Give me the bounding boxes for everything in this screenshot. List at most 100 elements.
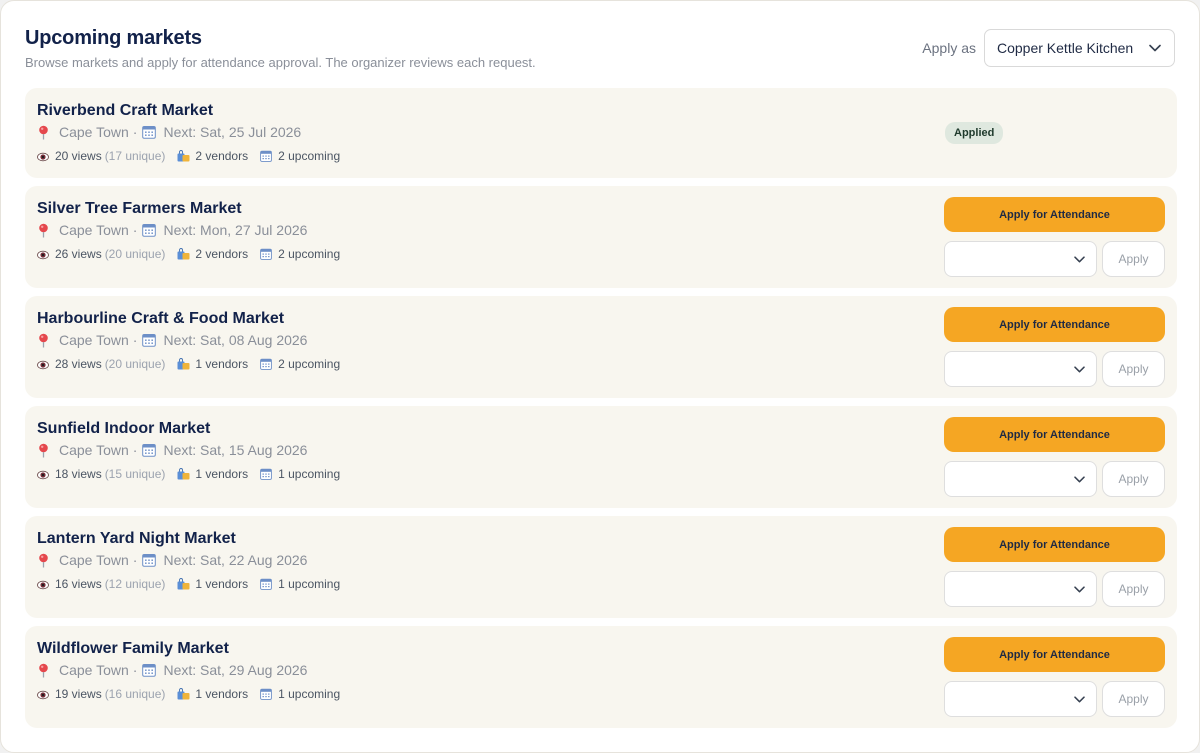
market-meta: Cape Town · Next: Sat, 22 Aug 2026	[37, 552, 340, 568]
calendar-icon	[260, 150, 272, 162]
market-upcoming: 1 upcoming	[278, 467, 341, 481]
vendor-select[interactable]: Copper Kettle Kitchen	[984, 29, 1175, 67]
market-views: 20 views	[55, 149, 102, 163]
market-info: Riverbend Craft Market Cape Town · Next:…	[37, 102, 340, 163]
market-actions: Apply for Attendance Apply	[944, 637, 1165, 717]
apply-button[interactable]: Apply	[1102, 461, 1165, 497]
date-apply-row: Apply	[944, 241, 1165, 277]
chevron-down-icon	[1072, 692, 1086, 706]
market-stats: 20 views (17 unique) 2 vendors 2 upcomin…	[37, 149, 340, 163]
market-vendors: 1 vendors	[195, 467, 249, 481]
calendar-icon	[142, 333, 157, 347]
market-meta: Cape Town · Next: Sat, 08 Aug 2026	[37, 332, 340, 348]
market-unique-views: (20 unique)	[104, 357, 166, 371]
calendar-icon	[260, 688, 272, 700]
apply-as-label: Apply as	[922, 40, 976, 56]
market-unique-views: (15 unique)	[104, 467, 166, 481]
market-card: Riverbend Craft Market Cape Town · Next:…	[25, 88, 1177, 178]
market-views: 16 views	[55, 577, 102, 591]
date-select[interactable]	[944, 351, 1097, 387]
market-info: Sunfield Indoor Market Cape Town · Next:…	[37, 420, 340, 481]
market-location: Cape Town	[59, 662, 129, 678]
map-pin-icon	[37, 553, 50, 568]
apply-for-attendance-button[interactable]: Apply for Attendance	[944, 197, 1165, 232]
apply-for-attendance-button[interactable]: Apply for Attendance	[944, 307, 1165, 342]
market-vendors: 1 vendors	[195, 357, 249, 371]
market-vendors: 1 vendors	[195, 577, 249, 591]
date-apply-row: Apply	[944, 351, 1165, 387]
chevron-down-icon	[1072, 582, 1086, 596]
meta-separator: ·	[132, 332, 138, 348]
apply-button[interactable]: Apply	[1102, 351, 1165, 387]
apply-for-attendance-button[interactable]: Apply for Attendance	[944, 637, 1165, 672]
chevron-down-icon	[1148, 41, 1162, 55]
shopping-bags-icon	[177, 150, 190, 162]
market-upcoming: 2 upcoming	[278, 357, 341, 371]
date-select[interactable]	[944, 241, 1097, 277]
market-location: Cape Town	[59, 222, 129, 238]
market-info: Wildflower Family Market Cape Town · Nex…	[37, 640, 340, 701]
market-card: Lantern Yard Night Market Cape Town · Ne…	[25, 516, 1177, 618]
eye-icon	[37, 579, 49, 590]
date-select[interactable]	[944, 461, 1097, 497]
market-name: Silver Tree Farmers Market	[37, 200, 242, 217]
market-meta: Cape Town · Next: Sat, 15 Aug 2026	[37, 442, 340, 458]
market-location: Cape Town	[59, 332, 129, 348]
market-actions: Apply for Attendance Apply	[944, 527, 1165, 607]
meta-separator: ·	[132, 442, 138, 458]
market-meta: Cape Town · Next: Sat, 25 Jul 2026	[37, 124, 340, 140]
market-views: 18 views	[55, 467, 102, 481]
market-unique-views: (17 unique)	[104, 149, 166, 163]
date-select[interactable]	[944, 681, 1097, 717]
market-card: Harbourline Craft & Food Market Cape Tow…	[25, 296, 1177, 398]
market-name: Harbourline Craft & Food Market	[37, 310, 285, 327]
apply-as-control: Apply as Copper Kettle Kitchen	[922, 29, 1175, 67]
market-stats: 28 views (20 unique) 1 vendors 2 upcomin…	[37, 357, 340, 371]
meta-separator: ·	[132, 222, 138, 238]
apply-button[interactable]: Apply	[1102, 241, 1165, 277]
calendar-icon	[260, 358, 272, 370]
market-vendors: 2 vendors	[195, 247, 249, 261]
market-stats: 16 views (12 unique) 1 vendors 1 upcomin…	[37, 577, 340, 591]
market-stats: 18 views (15 unique) 1 vendors 1 upcomin…	[37, 467, 340, 481]
market-upcoming: 2 upcoming	[278, 247, 341, 261]
vendor-select-value: Copper Kettle Kitchen	[997, 40, 1134, 56]
market-stats: 26 views (20 unique) 2 vendors 2 upcomin…	[37, 247, 340, 261]
market-next-date: Next: Sat, 15 Aug 2026	[163, 442, 308, 458]
chevron-down-icon	[1072, 472, 1086, 486]
market-list: Riverbend Craft Market Cape Town · Next:…	[25, 88, 1177, 736]
calendar-icon	[260, 468, 272, 480]
calendar-icon	[260, 578, 272, 590]
market-upcoming: 1 upcoming	[278, 687, 341, 701]
apply-for-attendance-button[interactable]: Apply for Attendance	[944, 417, 1165, 452]
meta-separator: ·	[132, 662, 138, 678]
market-unique-views: (12 unique)	[104, 577, 166, 591]
calendar-icon	[142, 663, 157, 677]
date-apply-row: Apply	[944, 571, 1165, 607]
market-info: Lantern Yard Night Market Cape Town · Ne…	[37, 530, 340, 591]
date-apply-row: Apply	[944, 461, 1165, 497]
apply-for-attendance-button[interactable]: Apply for Attendance	[944, 527, 1165, 562]
shopping-bags-icon	[177, 248, 190, 260]
market-views: 26 views	[55, 247, 102, 261]
market-actions: Apply for Attendance Apply	[944, 417, 1165, 497]
calendar-icon	[260, 248, 272, 260]
calendar-icon	[142, 443, 157, 457]
eye-icon	[37, 689, 49, 700]
apply-button[interactable]: Apply	[1102, 681, 1165, 717]
map-pin-icon	[37, 125, 50, 140]
apply-button[interactable]: Apply	[1102, 571, 1165, 607]
date-select[interactable]	[944, 571, 1097, 607]
markets-panel: Upcoming markets Browse markets and appl…	[0, 0, 1200, 753]
map-pin-icon	[37, 443, 50, 458]
meta-separator: ·	[132, 552, 138, 568]
eye-icon	[37, 469, 49, 480]
map-pin-icon	[37, 663, 50, 678]
meta-separator: ·	[132, 124, 138, 140]
eye-icon	[37, 151, 49, 162]
page-subtitle: Browse markets and apply for attendance …	[25, 55, 536, 70]
calendar-icon	[142, 553, 157, 567]
map-pin-icon	[37, 333, 50, 348]
market-vendors: 1 vendors	[195, 687, 249, 701]
market-views: 28 views	[55, 357, 102, 371]
